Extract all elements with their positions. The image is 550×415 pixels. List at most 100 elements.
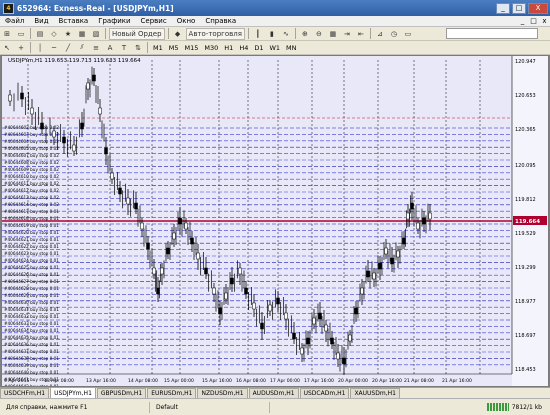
order-label: #40644613 buy stop 0.02: [4, 195, 59, 200]
chart-window[interactable]: #40644602 buy stop 0.02 #40644603 buy sto…: [1, 55, 549, 387]
metaeditor-icon[interactable]: ◆: [172, 28, 184, 40]
chart-header: USDJPYm,H1 119.653 119.713 119.633 119.6…: [8, 58, 141, 64]
new-order-button[interactable]: Новый Ордер: [109, 27, 165, 40]
minimize-button[interactable]: _: [496, 2, 510, 14]
candle-body: [104, 147, 108, 155]
menu-file[interactable]: Файл: [0, 17, 29, 25]
text-label-icon[interactable]: T: [118, 42, 130, 54]
candle-body: [86, 82, 90, 90]
auto-scroll-icon[interactable]: ⇥: [341, 28, 353, 40]
candle-body: [244, 287, 248, 295]
indicators-icon[interactable]: ⊿: [374, 28, 386, 40]
templates-icon[interactable]: ▭: [402, 28, 414, 40]
time-tick-label: 15 Apr 16:00: [202, 378, 232, 384]
child-minimize-button[interactable]: _: [517, 17, 528, 25]
bar-chart-icon[interactable]: ┃: [252, 28, 264, 40]
timeframe-h1[interactable]: H1: [221, 42, 236, 53]
tab-usdjpym[interactable]: USDJPYm,H1: [50, 387, 96, 398]
child-close-button[interactable]: x: [539, 17, 550, 25]
status-profile: Default: [150, 401, 270, 413]
auto-trading-button[interactable]: Авто-торговля: [185, 27, 245, 40]
candle-body: [204, 267, 208, 275]
tab-audusdm[interactable]: AUDUSDm,H1: [248, 388, 299, 398]
price-chart[interactable]: #40644602 buy stop 0.02 #40644603 buy sto…: [2, 56, 548, 386]
maximize-button[interactable]: □: [512, 2, 526, 14]
timeframe-m30[interactable]: M30: [201, 42, 221, 53]
menu-help[interactable]: Справка: [200, 17, 241, 25]
order-label: #40644637 buy stop 0.01: [4, 349, 59, 354]
fibonacci-icon[interactable]: ≡: [90, 42, 102, 54]
arrows-icon[interactable]: ⇅: [132, 42, 144, 54]
market-watch-icon[interactable]: ▤: [34, 28, 46, 40]
candle-chart-icon[interactable]: ▮: [266, 28, 278, 40]
child-restore-button[interactable]: □: [528, 17, 539, 25]
zoom-out-icon[interactable]: ⊖: [313, 28, 325, 40]
candle-body: [230, 277, 234, 285]
tab-xauusdm[interactable]: XAUUSDm,H1: [350, 388, 400, 398]
navigator-icon[interactable]: ★: [62, 28, 74, 40]
timeframe-w1[interactable]: W1: [266, 42, 283, 53]
order-label: #40644607 buy stop 0.02: [4, 153, 59, 158]
candle-body: [390, 257, 394, 265]
tab-usdchfm[interactable]: USDCHFm,H1: [0, 388, 50, 398]
candle-body: [330, 337, 334, 345]
new-chart-icon[interactable]: ⊞: [1, 28, 13, 40]
terminal-icon[interactable]: ▦: [76, 28, 88, 40]
search-input[interactable]: [446, 28, 538, 39]
candle-body: [306, 337, 310, 345]
tile-windows-icon[interactable]: ▦: [327, 28, 339, 40]
candle-body: [80, 122, 84, 130]
equidistant-channel-icon[interactable]: ⫽: [76, 42, 88, 54]
close-button[interactable]: X: [528, 2, 548, 14]
timeframe-m15[interactable]: M15: [182, 42, 202, 53]
menu-tools[interactable]: Сервис: [136, 17, 172, 25]
trendline-icon[interactable]: ╱: [62, 42, 74, 54]
tab-gbpusdm[interactable]: GBPUSDm,H1: [96, 388, 147, 398]
candle-body: [184, 222, 188, 230]
timeframe-mn[interactable]: MN: [283, 42, 299, 53]
candle-body: [300, 347, 304, 355]
candle-body: [252, 302, 256, 310]
zoom-in-icon[interactable]: ⊕: [299, 28, 311, 40]
chart-shift-icon[interactable]: ⇤: [355, 28, 367, 40]
tab-nzdusdm[interactable]: NZDUSDm,H1: [197, 388, 248, 398]
connection-status[interactable]: 7812/1 kb: [486, 403, 550, 411]
price-tick-label: 118.697: [515, 333, 536, 339]
time-tick-label: 13 Apr 16:00: [86, 378, 116, 384]
menu-window[interactable]: Окно: [172, 17, 201, 25]
text-icon[interactable]: A: [104, 42, 116, 54]
tab-eurusdm[interactable]: EURUSDm,H1: [147, 388, 197, 398]
order-label: #40644624 buy stop 0.01: [4, 258, 59, 263]
status-traffic: 7812/1 kb: [511, 403, 542, 411]
candle-body: [110, 172, 114, 180]
timeframe-h4[interactable]: H4: [236, 42, 251, 53]
timeframe-d1[interactable]: D1: [251, 42, 266, 53]
title-bar: 4 652964: Exness-Real - [USDJPYm,H1] _ □…: [0, 0, 550, 16]
status-bar: Для справки, нажмите F1 Default 7812/1 k…: [0, 398, 550, 415]
menu-view[interactable]: Вид: [29, 17, 53, 25]
price-tick-label: 120.095: [515, 163, 536, 169]
candle-body: [52, 130, 56, 138]
profiles-icon[interactable]: ▭: [15, 28, 27, 40]
candle-body: [318, 312, 322, 320]
horizontal-line-icon[interactable]: ─: [48, 42, 60, 54]
time-tick-label: 20 Apr 00:00: [338, 378, 368, 384]
order-label: #40644604 buy stop 0.02: [4, 139, 59, 144]
timeframe-m1[interactable]: M1: [150, 42, 166, 53]
candle-body: [342, 357, 346, 365]
timeframe-m5[interactable]: M5: [166, 42, 182, 53]
periods-icon[interactable]: ◷: [388, 28, 400, 40]
line-chart-icon[interactable]: ∿: [280, 28, 292, 40]
menu-insert[interactable]: Вставка: [54, 17, 94, 25]
vertical-line-icon[interactable]: │: [34, 42, 46, 54]
menu-charts[interactable]: Графики: [93, 17, 135, 25]
candle-body: [98, 107, 102, 115]
tab-usdcadm[interactable]: USDCADm,H1: [299, 388, 350, 398]
crosshair-icon[interactable]: +: [15, 42, 27, 54]
data-window-icon[interactable]: ◇: [48, 28, 60, 40]
strategy-tester-icon[interactable]: ▧: [90, 28, 102, 40]
time-tick-label: 17 Apr 00:00: [270, 378, 300, 384]
order-label: #40644605 buy stop 0.02: [4, 146, 59, 151]
candle-body: [276, 297, 280, 305]
cursor-icon[interactable]: ↖: [1, 42, 13, 54]
